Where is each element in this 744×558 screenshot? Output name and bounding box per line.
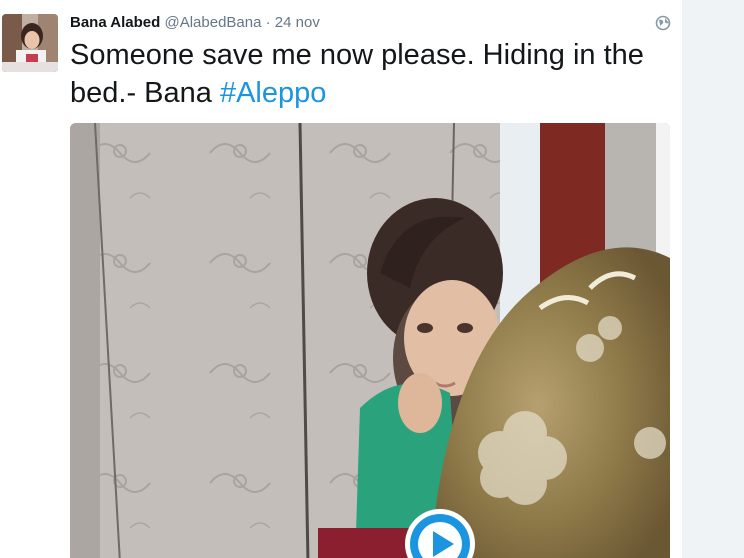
hashtag-link[interactable]: #Aleppo <box>220 77 326 109</box>
tweet-date[interactable]: 24 nov <box>275 14 320 31</box>
author-name[interactable]: Bana Alabed <box>70 14 160 31</box>
meta-separator: · <box>265 14 271 31</box>
tweet-header: Bana Alabed @AlabedBana · 24 nov <box>70 13 320 33</box>
tweet-card[interactable]: Bana Alabed @AlabedBana · 24 nov Someone… <box>0 0 682 558</box>
tweet-text: Someone save me now please. Hiding in th… <box>70 36 670 112</box>
globe-icon[interactable] <box>655 15 671 31</box>
tweet-video[interactable] <box>70 123 670 558</box>
right-gutter <box>682 0 744 558</box>
avatar-photo <box>2 14 58 72</box>
author-handle[interactable]: @AlabedBana <box>164 14 261 31</box>
tweet-text-body: Someone save me now please. Hiding in th… <box>70 39 644 109</box>
play-icon[interactable] <box>404 508 476 558</box>
avatar[interactable] <box>2 14 58 72</box>
video-thumbnail <box>70 123 670 558</box>
